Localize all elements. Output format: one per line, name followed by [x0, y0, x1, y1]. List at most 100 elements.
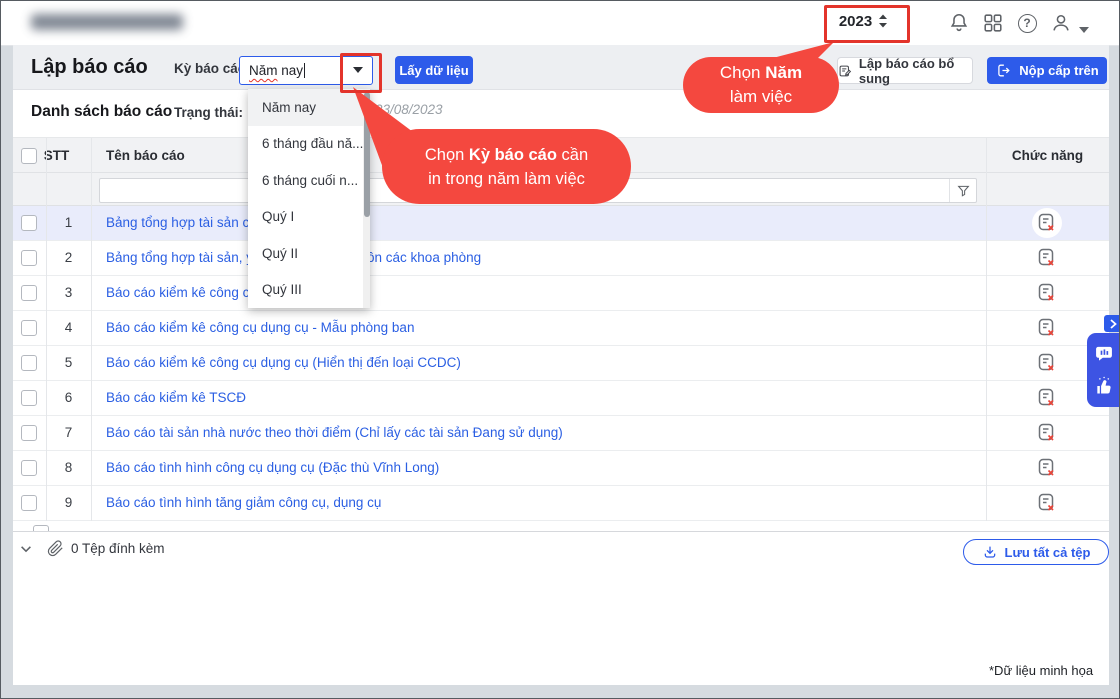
- remove-report-icon: [1036, 282, 1058, 304]
- remove-report-icon: [1036, 387, 1058, 409]
- row-action-button[interactable]: [1032, 348, 1062, 378]
- row-checkbox[interactable]: [21, 355, 37, 371]
- row-action-button[interactable]: [1032, 278, 1062, 308]
- callout-choose-year: Chọn Năm làm việc: [661, 31, 881, 131]
- column-divider: [986, 138, 987, 521]
- year-spinner-icon[interactable]: [877, 13, 889, 29]
- row-action-button[interactable]: [1032, 313, 1062, 343]
- period-combobox-value[interactable]: Năm nay: [240, 63, 305, 78]
- callout-year-bubble: Chọn Năm làm việc: [683, 57, 839, 113]
- remove-report-icon: [1036, 247, 1058, 269]
- attachments-empty-area: [13, 567, 1109, 685]
- row-checkbox[interactable]: [21, 285, 37, 301]
- remove-report-icon: [1036, 212, 1058, 234]
- callout-period-line2: in trong năm làm việc: [428, 167, 585, 191]
- remove-report-icon: [1036, 492, 1058, 514]
- table-row[interactable]: 4 Báo cáo kiểm kê công cụ dụng cụ - Mẫu …: [13, 311, 1109, 346]
- dropdown-arrow-icon: [353, 67, 363, 73]
- paperclip-icon: [47, 540, 64, 562]
- row-checkbox[interactable]: [21, 425, 37, 441]
- report-link[interactable]: Báo cáo kiểm kê công cụ dụng cụ (Hiển th…: [106, 355, 461, 370]
- callout-year-line1: Chọn Năm: [720, 61, 802, 85]
- row-checkbox[interactable]: [21, 390, 37, 406]
- app-window: 2023: [0, 0, 1120, 699]
- report-link[interactable]: Báo cáo kiểm kê công cụ dụng cụ - Mẫu ph…: [106, 320, 414, 335]
- column-header-name: Tên báo cáo: [106, 148, 185, 163]
- remove-report-icon: [1036, 422, 1058, 444]
- list-title: Danh sách báo cáo: [31, 103, 172, 121]
- row-action-button[interactable]: [1032, 243, 1062, 273]
- working-year-value[interactable]: 2023: [839, 13, 872, 30]
- row-index: 2: [46, 250, 91, 265]
- save-all-files-label: Lưu tất cả tệp: [1005, 545, 1091, 560]
- submit-export-icon: [995, 62, 1012, 79]
- side-widget-panel: [1087, 333, 1120, 407]
- row-index: 1: [46, 215, 91, 230]
- rating-button[interactable]: [1094, 376, 1114, 396]
- callout-period-line1: Chọn Kỳ báo cáo cần: [425, 143, 588, 167]
- callout-year-line2: làm việc: [730, 85, 792, 109]
- thumbs-up-stars-icon: [1094, 376, 1114, 396]
- period-option[interactable]: Quý II: [248, 235, 370, 272]
- user-menu-caret[interactable]: [1079, 20, 1089, 38]
- row-index: 5: [46, 355, 91, 370]
- report-link[interactable]: Báo cáo kiểm kê TSCĐ: [106, 390, 246, 405]
- report-link[interactable]: Báo cáo tài sản nhà nước theo thời điểm …: [106, 425, 563, 440]
- row-action-button[interactable]: [1032, 453, 1062, 483]
- notifications-button[interactable]: [947, 11, 971, 35]
- report-link[interactable]: Báo cáo tình hình tăng giảm công cụ, dụn…: [106, 495, 381, 510]
- page-title: Lập báo cáo: [31, 56, 148, 79]
- table-row[interactable]: 6 Báo cáo kiểm kê TSCĐ: [13, 381, 1109, 416]
- user-menu-button[interactable]: [1049, 11, 1073, 35]
- callout-choose-period: Chọn Kỳ báo cáo cần in trong năm làm việ…: [341, 81, 641, 211]
- row-action-button[interactable]: [1032, 418, 1062, 448]
- attachments-bar: [13, 531, 1109, 567]
- column-divider: [46, 138, 47, 521]
- row-action-button[interactable]: [1032, 208, 1062, 238]
- row-checkbox[interactable]: [21, 495, 37, 511]
- apps-grid-icon: [982, 12, 1004, 34]
- row-checkbox[interactable]: [21, 250, 37, 266]
- side-widget-expand-button[interactable]: [1104, 315, 1120, 332]
- period-combobox-arrow[interactable]: [343, 57, 372, 83]
- bell-icon: [948, 12, 970, 34]
- period-option[interactable]: Quý III: [248, 272, 370, 309]
- column-header-action: Chức năng: [986, 148, 1109, 163]
- callout-period-bubble: Chọn Kỳ báo cáo cần in trong năm làm việ…: [382, 129, 631, 204]
- row-checkbox[interactable]: [21, 215, 37, 231]
- report-link[interactable]: Báo cáo tình hình công cụ dụng cụ (Đặc t…: [106, 460, 439, 475]
- top-bar: 2023: [1, 1, 1120, 46]
- submit-upward-label: Nộp cấp trên: [1019, 63, 1098, 78]
- row-action-button[interactable]: [1032, 488, 1062, 518]
- attachments-collapse-button[interactable]: [19, 542, 33, 561]
- table-row[interactable]: 3 Báo cáo kiểm kê công cụ dụng cụ: [13, 276, 1109, 311]
- table-row[interactable]: 1 Bảng tổng hợp tài sản cố định: [13, 206, 1109, 241]
- feedback-chat-button[interactable]: [1094, 344, 1114, 364]
- row-index: 7: [46, 425, 91, 440]
- row-checkbox[interactable]: [21, 320, 37, 336]
- attachments-count-label: 0 Tệp đính kèm: [71, 541, 165, 556]
- status-label: Trạng thái:: [174, 105, 243, 120]
- table-row[interactable]: 9 Báo cáo tình hình tăng giảm công cụ, d…: [13, 486, 1109, 521]
- table-row[interactable]: 2 Bảng tổng hợp tài sản, y dụng cụ chuyê…: [13, 241, 1109, 276]
- save-all-files-button[interactable]: Lưu tất cả tệp: [963, 539, 1109, 565]
- row-index: 9: [46, 495, 91, 510]
- fetch-data-button[interactable]: Lấy dữ liệu: [395, 56, 473, 84]
- text-cursor: [304, 63, 305, 78]
- row-action-button[interactable]: [1032, 383, 1062, 413]
- row-index: 6: [46, 390, 91, 405]
- table-row[interactable]: 5 Báo cáo kiểm kê công cụ dụng cụ (Hiển …: [13, 346, 1109, 381]
- remove-report-icon: [1036, 457, 1058, 479]
- submit-upward-button[interactable]: Nộp cấp trên: [987, 57, 1107, 84]
- row-checkbox[interactable]: [21, 460, 37, 476]
- partial-table-row: [13, 521, 1109, 531]
- funnel-icon: [956, 183, 971, 198]
- help-button[interactable]: [1015, 11, 1039, 35]
- table-row[interactable]: 7 Báo cáo tài sản nhà nước theo thời điể…: [13, 416, 1109, 451]
- table-row[interactable]: 8 Báo cáo tình hình công cụ dụng cụ (Đặc…: [13, 451, 1109, 486]
- apps-button[interactable]: [981, 11, 1005, 35]
- demo-data-footnote: *Dữ liệu minh họa: [989, 663, 1093, 678]
- chevron-down-icon: [1079, 27, 1089, 33]
- filter-options-button[interactable]: [949, 179, 976, 202]
- user-icon: [1050, 12, 1072, 34]
